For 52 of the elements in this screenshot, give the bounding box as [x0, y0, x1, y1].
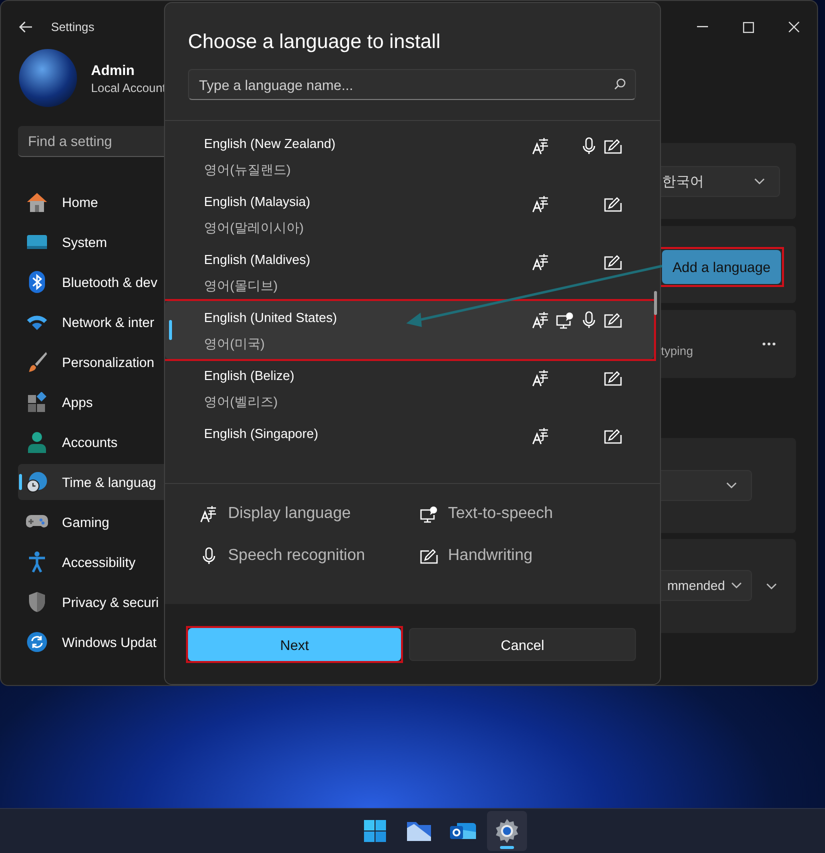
monitor-speech-icon	[420, 506, 438, 522]
brush-icon	[26, 351, 48, 373]
gear-icon[interactable]	[494, 818, 520, 844]
selection-indicator	[169, 320, 172, 340]
sidebar-item[interactable]: Privacy & securi	[18, 584, 177, 620]
gamepad-icon	[26, 514, 48, 530]
legend-label: Handwriting	[448, 547, 532, 565]
more-icon	[762, 342, 776, 346]
pen-box-icon	[420, 548, 438, 564]
shield-icon	[28, 591, 46, 613]
expand-chevron-icon	[766, 582, 777, 590]
legend-label: Text-to-speech	[448, 505, 553, 523]
search-icon	[614, 78, 626, 90]
house-icon	[26, 192, 48, 212]
cancel-button[interactable]: Cancel	[409, 628, 636, 661]
account-name: Admin	[91, 62, 136, 78]
legend-label: Speech recognition	[228, 547, 365, 565]
selection-indicator	[19, 474, 22, 490]
language-search-field[interactable]: Type a language name...	[188, 69, 636, 100]
scrollbar-thumb[interactable]	[654, 291, 657, 315]
close-icon	[788, 21, 800, 33]
refresh-icon	[26, 631, 48, 653]
wifi-icon	[26, 314, 48, 330]
globe-clock-icon	[26, 471, 48, 493]
language-item[interactable]: English (United States) 영어(미국)	[165, 301, 654, 359]
dialog-title: Choose a language to install	[188, 31, 442, 54]
start-icon[interactable]	[363, 819, 387, 843]
folder-icon[interactable]	[406, 820, 432, 842]
sidebar-item[interactable]: Accessibility	[18, 544, 177, 580]
display-language-icon	[200, 505, 217, 523]
minimize-icon	[696, 26, 708, 28]
add-language-button[interactable]: Add a language	[662, 250, 781, 284]
chevron-down-icon	[754, 178, 765, 185]
back-arrow-icon[interactable]	[19, 21, 33, 33]
maximize-icon	[742, 22, 754, 32]
apps-icon	[27, 392, 47, 412]
sidebar-item[interactable]: Windows Updat	[18, 624, 177, 660]
microphone-icon	[202, 547, 216, 565]
person-icon	[28, 431, 46, 453]
dropdown-value: mmended	[667, 578, 725, 592]
sidebar-item[interactable]: Gaming	[18, 504, 177, 540]
window-title: Settings	[51, 20, 94, 34]
next-button[interactable]: Next	[188, 628, 401, 661]
taskbar-item[interactable]	[487, 811, 527, 851]
accessibility-icon	[28, 551, 46, 573]
chevron-down-icon	[731, 582, 742, 588]
running-indicator	[500, 846, 514, 849]
chevron-down-icon	[726, 482, 737, 489]
card-text: typing	[661, 344, 694, 358]
legend-label: Display language	[228, 505, 351, 523]
monitor-icon	[26, 234, 48, 250]
bluetooth-icon	[29, 271, 45, 293]
